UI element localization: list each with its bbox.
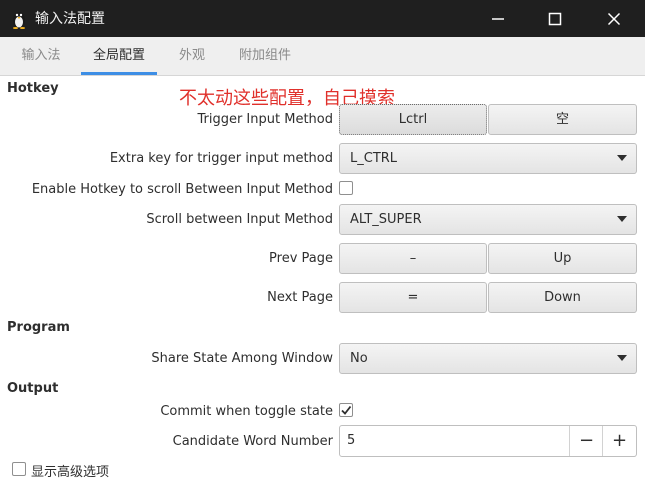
- next-page-key-button-1[interactable]: =: [339, 282, 487, 313]
- maximize-icon: [548, 12, 562, 26]
- prev-page-key-button-1[interactable]: –: [339, 243, 487, 274]
- section-output: Output: [7, 381, 59, 396]
- scroll-between-select[interactable]: ALT_SUPER: [339, 204, 637, 235]
- commit-toggle-checkbox[interactable]: [339, 403, 353, 417]
- enable-scroll-label: Enable Hotkey to scroll Between Input Me…: [31, 182, 333, 197]
- trigger-key-button-2[interactable]: 空: [488, 104, 637, 135]
- section-hotkey: Hotkey: [7, 81, 59, 96]
- window-title: 输入法配置: [35, 11, 105, 27]
- prev-page-key-button-2[interactable]: Up: [488, 243, 637, 274]
- share-state-value: No: [350, 351, 368, 366]
- tab-appearance[interactable]: 外观: [168, 37, 216, 75]
- chevron-down-icon: [617, 355, 627, 361]
- scroll-between-value: ALT_SUPER: [350, 212, 422, 227]
- close-icon: [607, 12, 621, 26]
- scroll-between-label: Scroll between Input Method: [146, 212, 333, 227]
- show-advanced-checkbox[interactable]: [12, 462, 26, 476]
- prev-page-label: Prev Page: [269, 251, 333, 266]
- chevron-down-icon: [617, 216, 627, 222]
- minimize-icon: [492, 18, 504, 20]
- penguin-icon: [13, 12, 25, 29]
- candidate-number-spinbox[interactable]: 5 − +: [339, 425, 637, 457]
- candidate-number-value: 5: [347, 433, 356, 448]
- extra-key-value: L_CTRL: [350, 151, 398, 166]
- next-page-key-button-2[interactable]: Down: [488, 282, 637, 313]
- section-program: Program: [7, 320, 70, 335]
- close-button[interactable]: [601, 6, 627, 32]
- tab-bar: 输入法 全局配置 外观 附加组件: [0, 37, 645, 76]
- trigger-label: Trigger Input Method: [197, 112, 333, 127]
- next-page-label: Next Page: [267, 290, 333, 305]
- increment-button[interactable]: +: [602, 426, 636, 456]
- enable-scroll-checkbox[interactable]: [339, 181, 353, 195]
- extra-key-label: Extra key for trigger input method: [109, 151, 333, 166]
- minimize-button[interactable]: [485, 6, 511, 32]
- commit-toggle-label: Commit when toggle state: [160, 404, 333, 419]
- trigger-key-button-1[interactable]: Lctrl: [339, 104, 487, 135]
- tab-input-methods[interactable]: 输入法: [10, 37, 72, 75]
- title-bar: 输入法配置: [0, 0, 645, 37]
- decrement-button[interactable]: −: [569, 426, 603, 456]
- share-state-select[interactable]: No: [339, 343, 637, 374]
- global-config-panel: Hotkey 不太动这些配置，自己摸索 Trigger Input Method…: [0, 76, 645, 496]
- share-state-label: Share State Among Window: [151, 351, 333, 366]
- tab-addons[interactable]: 附加组件: [229, 37, 301, 75]
- maximize-button[interactable]: [542, 6, 568, 32]
- tab-global-config[interactable]: 全局配置: [81, 37, 157, 75]
- candidate-number-label: Candidate Word Number: [172, 434, 333, 449]
- checkmark-icon: [341, 405, 352, 415]
- chevron-down-icon: [617, 155, 627, 161]
- show-advanced-label: 显示高级选项: [31, 465, 110, 480]
- extra-key-select[interactable]: L_CTRL: [339, 143, 637, 174]
